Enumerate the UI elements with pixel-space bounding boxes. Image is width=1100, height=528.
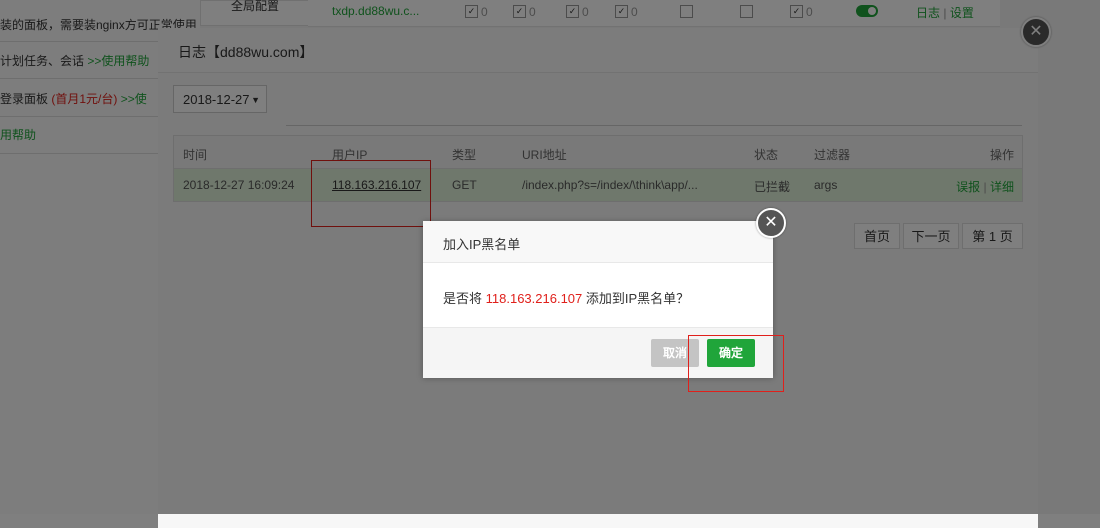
dialog-header: 加入IP黑名单 (423, 221, 773, 263)
dialog-message: 是否将 118.163.216.107 添加到IP黑名单？ (443, 288, 689, 307)
dialog-message-ip: 118.163.216.107 (485, 291, 583, 306)
dialog-title: 加入IP黑名单 (443, 237, 521, 252)
dialog-close-icon[interactable]: ✕ (756, 208, 786, 238)
highlight-box (688, 335, 784, 392)
dialog-message-prefix: 是否将 (443, 291, 486, 306)
dialog-message-suffix: 添加到IP黑名单？ (582, 291, 690, 306)
